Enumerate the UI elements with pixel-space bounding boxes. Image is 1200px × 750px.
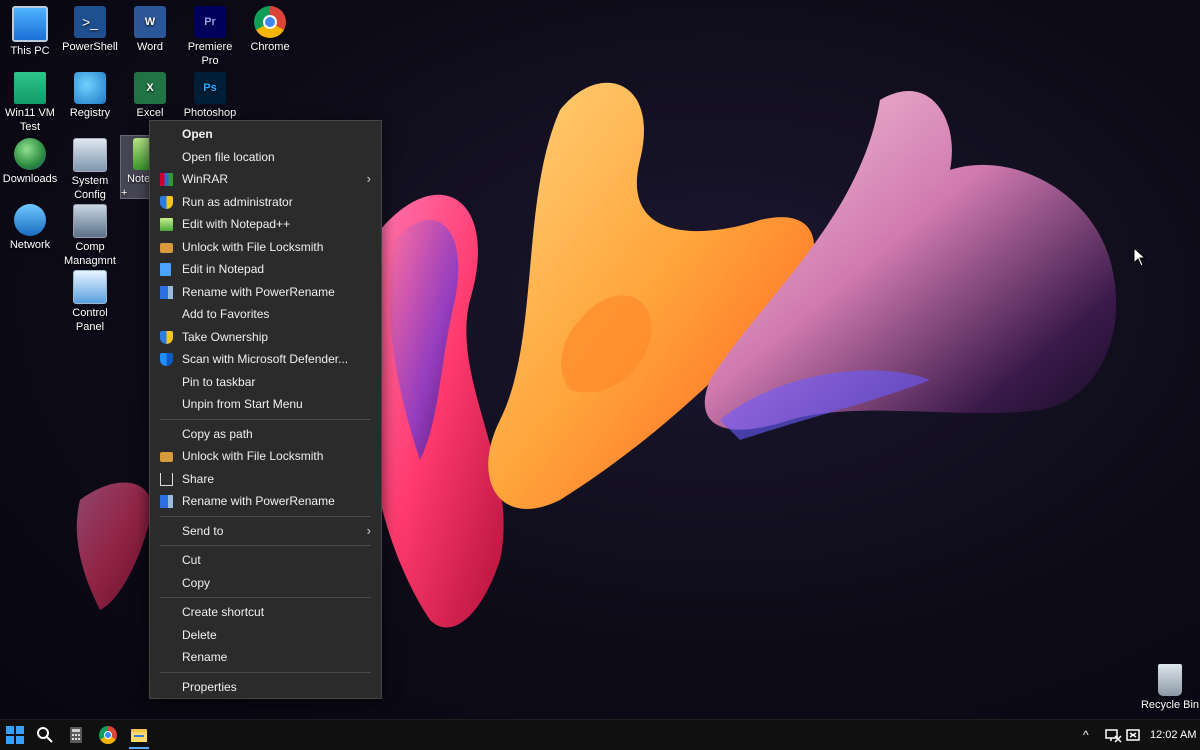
menu-separator [160, 545, 371, 546]
menu-item-share[interactable]: Share [150, 468, 381, 491]
menu-separator [160, 515, 371, 517]
network-icon [14, 204, 46, 236]
powerrename-icon [160, 285, 173, 299]
menu-separator [160, 671, 371, 673]
desktop-icon-comp-managmnt[interactable]: Comp Managmnt [60, 204, 120, 268]
powershell-icon: >_ [74, 6, 106, 38]
desktop-icon-control-panel[interactable]: Control Panel [60, 270, 120, 334]
menu-item-edit-with-notepad-plus[interactable]: Edit with Notepad++ [150, 213, 381, 236]
desktop-icon-photoshop[interactable]: Ps Photoshop [180, 72, 240, 120]
premiere-icon: Pr [194, 6, 226, 38]
menu-item-send-to[interactable]: Send to › [150, 520, 381, 543]
menu-item-unlock-file-locksmith[interactable]: Unlock with File Locksmith [150, 236, 381, 259]
menu-item-pin-to-taskbar[interactable]: Pin to taskbar [150, 371, 381, 394]
desktop-icon-word[interactable]: W Word [120, 6, 180, 54]
submenu-arrow-icon: › [366, 171, 371, 186]
desktop-icon-powershell[interactable]: >_ PowerShell [60, 6, 120, 54]
notepad-plus-icon [160, 218, 173, 231]
desktop-icon-system-config[interactable]: System Config [60, 138, 120, 202]
menu-item-open-file-location[interactable]: Open file location [150, 146, 381, 169]
folder-icon [14, 72, 46, 104]
menu-item-winrar[interactable]: WinRAR › [150, 168, 381, 191]
desktop-icon-excel[interactable]: X Excel [120, 72, 180, 120]
desktop-icon-this-pc[interactable]: This PC [0, 6, 60, 58]
menu-item-add-to-favorites[interactable]: Add to Favorites [150, 303, 381, 326]
powerrename-icon [160, 495, 173, 508]
desktop-icon-premiere-pro[interactable]: Pr Premiere Pro [180, 6, 240, 68]
menu-item-unpin-start-menu[interactable]: Unpin from Start Menu [150, 393, 381, 416]
menu-item-take-ownership[interactable]: Take Ownership [150, 326, 381, 349]
desktop-icon-network[interactable]: Network [0, 204, 60, 252]
desktop-icon-notepad-plus[interactable]: Note + [120, 135, 152, 199]
menu-item-copy-as-path[interactable]: Copy as path [150, 423, 381, 446]
notepad-icon [160, 263, 171, 276]
chrome-icon [254, 6, 286, 38]
chrome-icon[interactable] [99, 726, 117, 744]
downloads-globe-icon [14, 138, 46, 170]
uac-shield-icon [160, 195, 173, 209]
calculator-icon[interactable] [67, 726, 85, 744]
desktop-icon-win11-vm-test[interactable]: Win11 VM Test [0, 72, 60, 134]
menu-item-rename[interactable]: Rename [150, 646, 381, 669]
menu-item-delete[interactable]: Delete [150, 624, 381, 647]
menu-item-rename-powerrename[interactable]: Rename with PowerRename [150, 281, 381, 304]
uac-shield-icon [160, 330, 173, 344]
menu-item-edit-in-notepad[interactable]: Edit in Notepad [150, 258, 381, 281]
network-disconnected-icon[interactable] [1104, 726, 1122, 744]
start-icon[interactable] [6, 726, 24, 744]
excel-icon: X [134, 72, 166, 104]
photoshop-icon: Ps [194, 72, 226, 104]
submenu-arrow-icon: › [366, 522, 371, 538]
clock-time[interactable]: 12:02 AM [1150, 720, 1196, 750]
menu-item-unlock-file-locksmith-2[interactable]: Unlock with File Locksmith [150, 445, 381, 468]
mouse-cursor-icon [1133, 247, 1147, 267]
desktop-icon-registry[interactable]: Registry [60, 72, 120, 120]
menu-item-scan-defender[interactable]: Scan with Microsoft Defender... [150, 348, 381, 371]
menu-item-create-shortcut[interactable]: Create shortcut [150, 601, 381, 624]
menu-item-properties[interactable]: Properties [150, 676, 381, 699]
volume-muted-icon[interactable] [1125, 726, 1143, 744]
tray-overflow-chevron-icon[interactable]: ^ [1083, 720, 1089, 750]
taskbar: ^ 12:02 AM [0, 719, 1200, 750]
lock-icon [160, 242, 173, 253]
winrar-icon [160, 173, 173, 186]
menu-item-rename-powerrename-2[interactable]: Rename with PowerRename [150, 490, 381, 513]
desktop-icon-chrome[interactable]: Chrome [240, 6, 300, 54]
computer-management-icon [73, 204, 107, 238]
menu-item-cut[interactable]: Cut [150, 549, 381, 572]
running-indicator [129, 747, 149, 749]
context-menu: Open Open file location WinRAR › Run as … [149, 120, 382, 699]
desktop-icon-recycle-bin[interactable]: Recycle Bin [1140, 664, 1200, 712]
registry-icon [74, 72, 106, 104]
menu-separator [160, 418, 371, 420]
search-icon[interactable] [36, 726, 54, 744]
menu-item-open[interactable]: Open [150, 123, 381, 146]
file-explorer-icon[interactable] [130, 726, 148, 744]
menu-item-copy[interactable]: Copy [150, 572, 381, 595]
defender-shield-icon [160, 353, 173, 366]
menu-item-run-as-administrator[interactable]: Run as administrator [150, 191, 381, 214]
share-icon [160, 472, 173, 486]
desktop-icon-downloads[interactable]: Downloads [0, 138, 60, 186]
lock-icon [160, 452, 173, 462]
system-config-icon [73, 138, 107, 172]
monitor-icon [12, 6, 48, 42]
recycle-bin-icon [1158, 664, 1182, 696]
control-panel-icon [73, 270, 107, 304]
menu-separator [160, 597, 371, 598]
word-icon: W [134, 6, 166, 38]
